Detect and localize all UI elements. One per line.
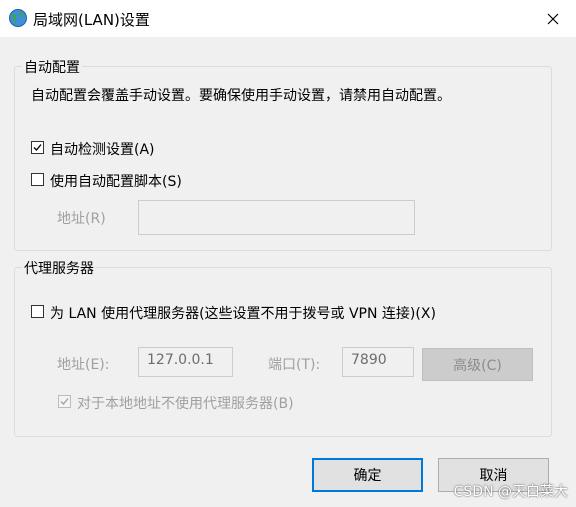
proxy-address-input[interactable]: 127.0.0.1 xyxy=(138,347,233,377)
bypass-local-label[interactable]: 对于本地地址不使用代理服务器(B) xyxy=(77,393,294,413)
close-icon xyxy=(547,13,559,24)
proxy-port-label: 端口(T): xyxy=(268,357,321,373)
script-address-label: 地址(R) xyxy=(57,211,106,227)
checkmark-icon xyxy=(60,398,69,405)
advanced-button[interactable]: 高级(C) xyxy=(422,348,533,381)
auto-detect-label[interactable]: 自动检测设置(A) xyxy=(50,139,155,159)
auto-config-group-label: 自动配置 xyxy=(22,57,82,77)
proxy-address-label: 地址(E): xyxy=(57,357,110,373)
proxy-group-label: 代理服务器 xyxy=(22,258,96,278)
close-button[interactable] xyxy=(530,0,576,37)
use-proxy-label[interactable]: 为 LAN 使用代理服务器(这些设置不用于拨号或 VPN 连接)(X) xyxy=(50,303,436,323)
auto-config-description: 自动配置会覆盖手动设置。要确保使用手动设置，请禁用自动配置。 xyxy=(31,88,451,104)
ok-button[interactable]: 确定 xyxy=(312,458,423,492)
globe-icon xyxy=(9,9,27,27)
script-address-input[interactable] xyxy=(138,200,415,235)
bypass-local-checkbox[interactable] xyxy=(58,395,71,408)
auto-detect-checkbox[interactable] xyxy=(31,141,44,154)
watermark: CSDN @天白菜大 xyxy=(453,484,568,500)
checkmark-icon xyxy=(33,144,42,151)
use-proxy-checkbox[interactable] xyxy=(31,305,44,318)
title-bar: 局域网(LAN)设置 xyxy=(0,0,576,37)
use-script-label[interactable]: 使用自动配置脚本(S) xyxy=(50,171,182,191)
proxy-port-input[interactable]: 7890 xyxy=(342,347,414,377)
use-script-checkbox[interactable] xyxy=(31,173,44,186)
window-title: 局域网(LAN)设置 xyxy=(33,11,150,29)
